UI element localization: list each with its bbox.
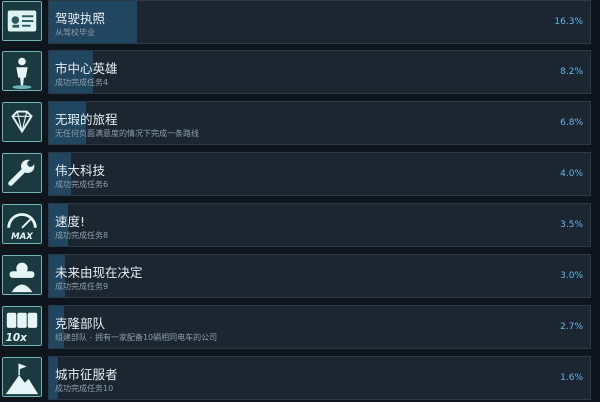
achievement-description: 成功完成任务4: [55, 78, 109, 87]
diamond-icon: [2, 102, 42, 142]
achievement-row[interactable]: MAX 速度! 成功完成任务8 3.5%: [0, 203, 600, 249]
achievement-title: 速度!: [55, 214, 86, 229]
achievement-panel: 城市征服者 成功完成任务10 1.6%: [48, 356, 591, 400]
hero-person-icon: [2, 51, 42, 91]
achievement-title: 无瑕的旅程: [55, 112, 118, 127]
unlock-percent: 4.0%: [560, 169, 583, 179]
unlock-percent: 1.6%: [560, 373, 583, 383]
unlock-percent: 3.5%: [560, 220, 583, 230]
achievement-panel: 速度! 成功完成任务8 3.5%: [48, 203, 591, 247]
unlock-percent: 8.2%: [560, 67, 583, 77]
achievement-panel: 无瑕的旅程 无任何负面满意度的情况下完成一条路线 6.8%: [48, 101, 591, 145]
vr-headset-icon: [2, 255, 42, 295]
achievement-panel: 驾驶执照 从驾校毕业 16.3%: [48, 0, 591, 44]
unlock-percent: 2.7%: [560, 322, 583, 332]
license-card-icon: [2, 1, 42, 41]
achievement-panel: 伟大科技 成功完成任务6 4.0%: [48, 152, 591, 196]
achievement-panel: 市中心英雄 成功完成任务4 8.2%: [48, 50, 591, 94]
achievement-title: 克隆部队: [55, 316, 106, 331]
achievement-row[interactable]: 市中心英雄 成功完成任务4 8.2%: [0, 50, 600, 96]
achievement-row[interactable]: 驾驶执照 从驾校毕业 16.3%: [0, 0, 600, 46]
achievement-panel: 克隆部队 组建部队 - 拥有一家配备10辆相同电车的公司 2.7%: [48, 305, 591, 349]
achievement-description: 无任何负面满意度的情况下完成一条路线: [55, 129, 199, 138]
achievement-title: 未来由现在决定: [55, 265, 143, 280]
max-label: MAX: [11, 232, 33, 242]
achievement-title: 伟大科技: [55, 163, 106, 178]
achievement-description: 成功完成任务6: [55, 180, 109, 189]
mountain-flag-icon: [2, 357, 42, 397]
unlock-percent: 16.3%: [554, 17, 583, 27]
wrench-icon: [2, 153, 42, 193]
achievement-description: 成功完成任务9: [55, 282, 109, 291]
achievement-title: 城市征服者: [55, 367, 118, 382]
count-label: 10x: [6, 332, 28, 344]
achievement-description: 成功完成任务8: [55, 231, 109, 240]
speedometer-max-icon: MAX: [2, 204, 42, 244]
achievement-title: 市中心英雄: [55, 61, 118, 76]
achievement-title: 驾驶执照: [55, 11, 106, 26]
unlock-percent: 3.0%: [560, 271, 583, 281]
achievement-list: 驾驶执照 从驾校毕业 16.3% 市中心英雄 成功完成任务4 8.2% 无瑕的旅…: [0, 0, 600, 400]
achievement-description: 从驾校毕业: [55, 28, 95, 37]
achievement-row[interactable]: 无瑕的旅程 无任何负面满意度的情况下完成一条路线 6.8%: [0, 101, 600, 147]
achievement-description: 成功完成任务10: [55, 384, 114, 393]
achievement-row[interactable]: 10x 克隆部队 组建部队 - 拥有一家配备10辆相同电车的公司 2.7%: [0, 305, 600, 351]
achievement-row[interactable]: 城市征服者 成功完成任务10 1.6%: [0, 356, 600, 402]
achievement-row[interactable]: 未来由现在决定 成功完成任务9 3.0%: [0, 254, 600, 300]
achievement-panel: 未来由现在决定 成功完成任务9 3.0%: [48, 254, 591, 298]
achievement-row[interactable]: 伟大科技 成功完成任务6 4.0%: [0, 152, 600, 198]
achievement-description: 组建部队 - 拥有一家配备10辆相同电车的公司: [55, 333, 218, 342]
trams-10x-icon: 10x: [2, 306, 42, 346]
unlock-percent: 6.8%: [560, 118, 583, 128]
